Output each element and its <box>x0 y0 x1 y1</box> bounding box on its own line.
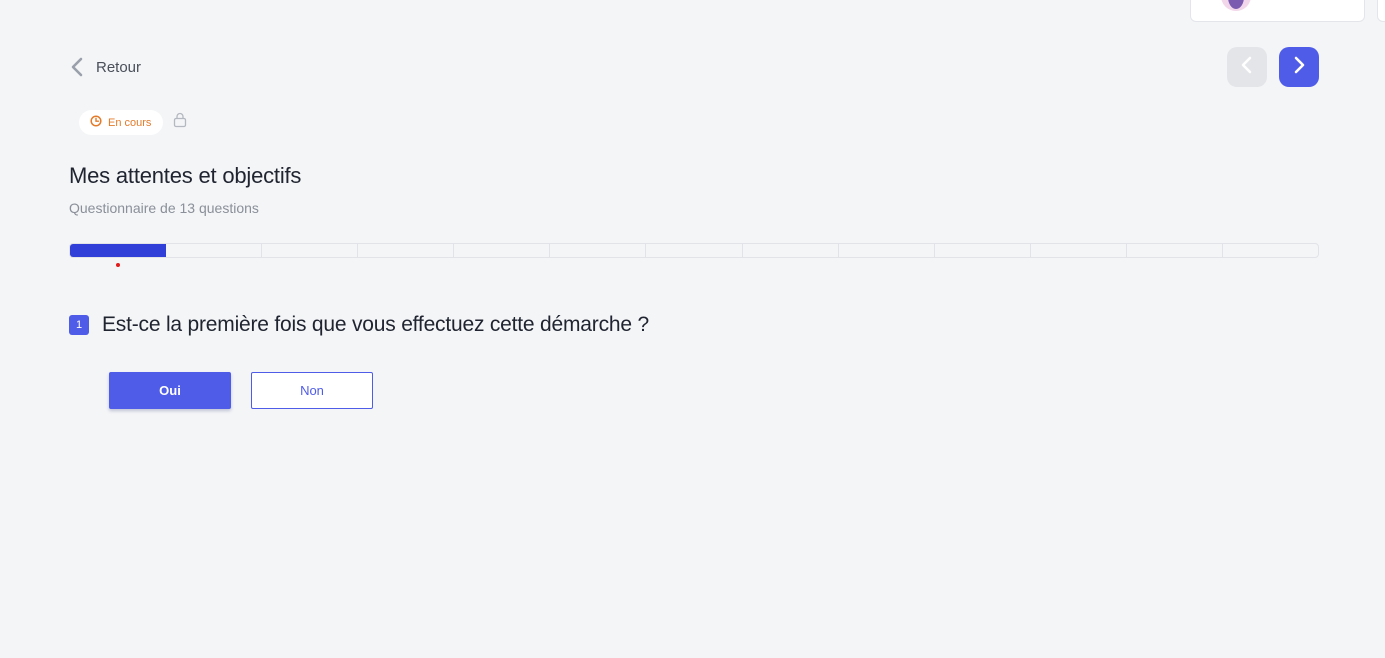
status-label: En cours <box>108 116 152 129</box>
previous-question-button[interactable] <box>1227 47 1267 87</box>
progress-segment <box>454 244 551 257</box>
progress-segment <box>839 244 935 257</box>
status-row: En cours <box>79 110 187 135</box>
progress-segment <box>262 244 359 257</box>
current-question-indicator <box>116 263 120 267</box>
status-badge: En cours <box>79 110 164 135</box>
answer-oui-button[interactable]: Oui <box>109 372 231 409</box>
back-label: Retour <box>96 58 142 76</box>
progress-segment <box>1127 244 1223 257</box>
page-subtitle: Questionnaire de 13 questions <box>69 200 259 216</box>
question-text: Est-ce la première fois que vous effectu… <box>102 313 649 336</box>
progress-segment <box>358 244 455 257</box>
header-side-card[interactable] <box>1377 0 1385 22</box>
progress-segment <box>1223 244 1318 257</box>
progress-segment <box>166 244 263 257</box>
question: 1 Est-ce la première fois que vous effec… <box>69 311 649 339</box>
clock-icon <box>90 114 102 132</box>
user-avatar[interactable] <box>1221 0 1251 11</box>
progress-segment <box>646 244 743 257</box>
progress-segment <box>550 244 647 257</box>
chevron-right-icon <box>1292 55 1306 80</box>
next-question-button[interactable] <box>1279 47 1319 87</box>
page-title: Mes attentes et objectifs <box>69 163 302 188</box>
back-link[interactable]: Retour <box>70 55 141 79</box>
question-number-badge: 1 <box>69 315 89 335</box>
lock-icon <box>173 112 187 133</box>
chevron-left-icon <box>70 57 84 77</box>
user-menu-card[interactable] <box>1190 0 1365 22</box>
questionnaire-progress-bar <box>69 243 1319 258</box>
progress-segment <box>1031 244 1127 257</box>
progress-segment-done <box>70 244 167 257</box>
answer-non-button[interactable]: Non <box>251 372 373 409</box>
progress-segment <box>935 244 1031 257</box>
chevron-left-icon <box>1240 55 1254 80</box>
progress-segment <box>743 244 839 257</box>
